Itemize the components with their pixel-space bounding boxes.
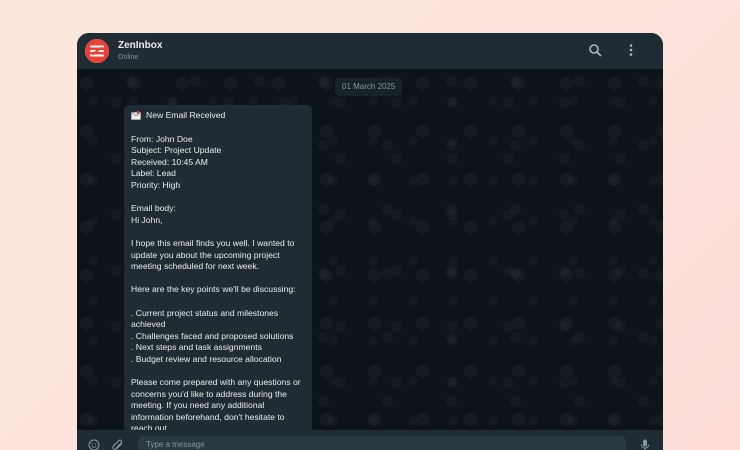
chat-area[interactable]: 01 March 2025 New Email Received From: J…	[77, 69, 663, 430]
microphone-icon[interactable]	[639, 439, 651, 450]
envelope-icon	[131, 111, 141, 121]
chat-window: ZenInbox Online 01 March 2025 New Email …	[77, 33, 663, 450]
greeting: Hi John,	[131, 214, 163, 225]
meta-from: From: John Doe	[131, 133, 193, 144]
body-label: Email body:	[131, 203, 176, 214]
point-item: . Next steps and task assignments	[131, 342, 262, 353]
emoji-icon[interactable]	[88, 439, 100, 450]
meta-priority: Priority: High	[131, 179, 181, 190]
points-intro: Here are the key points we'll be discuss…	[131, 284, 296, 295]
more-vertical-icon[interactable]	[624, 43, 638, 57]
search-icon[interactable]	[588, 43, 602, 57]
app-status: Online	[118, 54, 139, 61]
meta-received: Received: 10:45 AM	[131, 156, 208, 167]
point-item: . Challenges faced and proposed solution…	[131, 330, 294, 341]
point-item: . Current project status and milestones …	[131, 307, 279, 330]
paragraph-1: I hope this email finds you well. I want…	[131, 237, 295, 272]
message-title: New Email Received	[146, 110, 226, 120]
date-chip: 01 March 2025	[335, 78, 403, 96]
chat-header: ZenInbox Online	[77, 33, 663, 69]
zeninbox-logo-icon	[85, 39, 109, 63]
meta-subject: Subject: Project Update	[131, 145, 222, 156]
meta-label: Label: Lead	[131, 168, 176, 179]
point-item: . Budget review and resource allocation	[131, 353, 282, 364]
message-bubble[interactable]: New Email Received From: John Doe Subjec…	[124, 105, 312, 430]
paragraph-2: Please come prepared with any questions …	[131, 377, 301, 430]
message-title-row: New Email Received	[131, 110, 305, 122]
composer-bar	[77, 430, 663, 450]
attach-icon[interactable]	[112, 439, 124, 450]
app-name: ZenInbox	[118, 40, 163, 51]
message-input[interactable]	[138, 436, 626, 450]
avatar[interactable]	[85, 39, 109, 63]
